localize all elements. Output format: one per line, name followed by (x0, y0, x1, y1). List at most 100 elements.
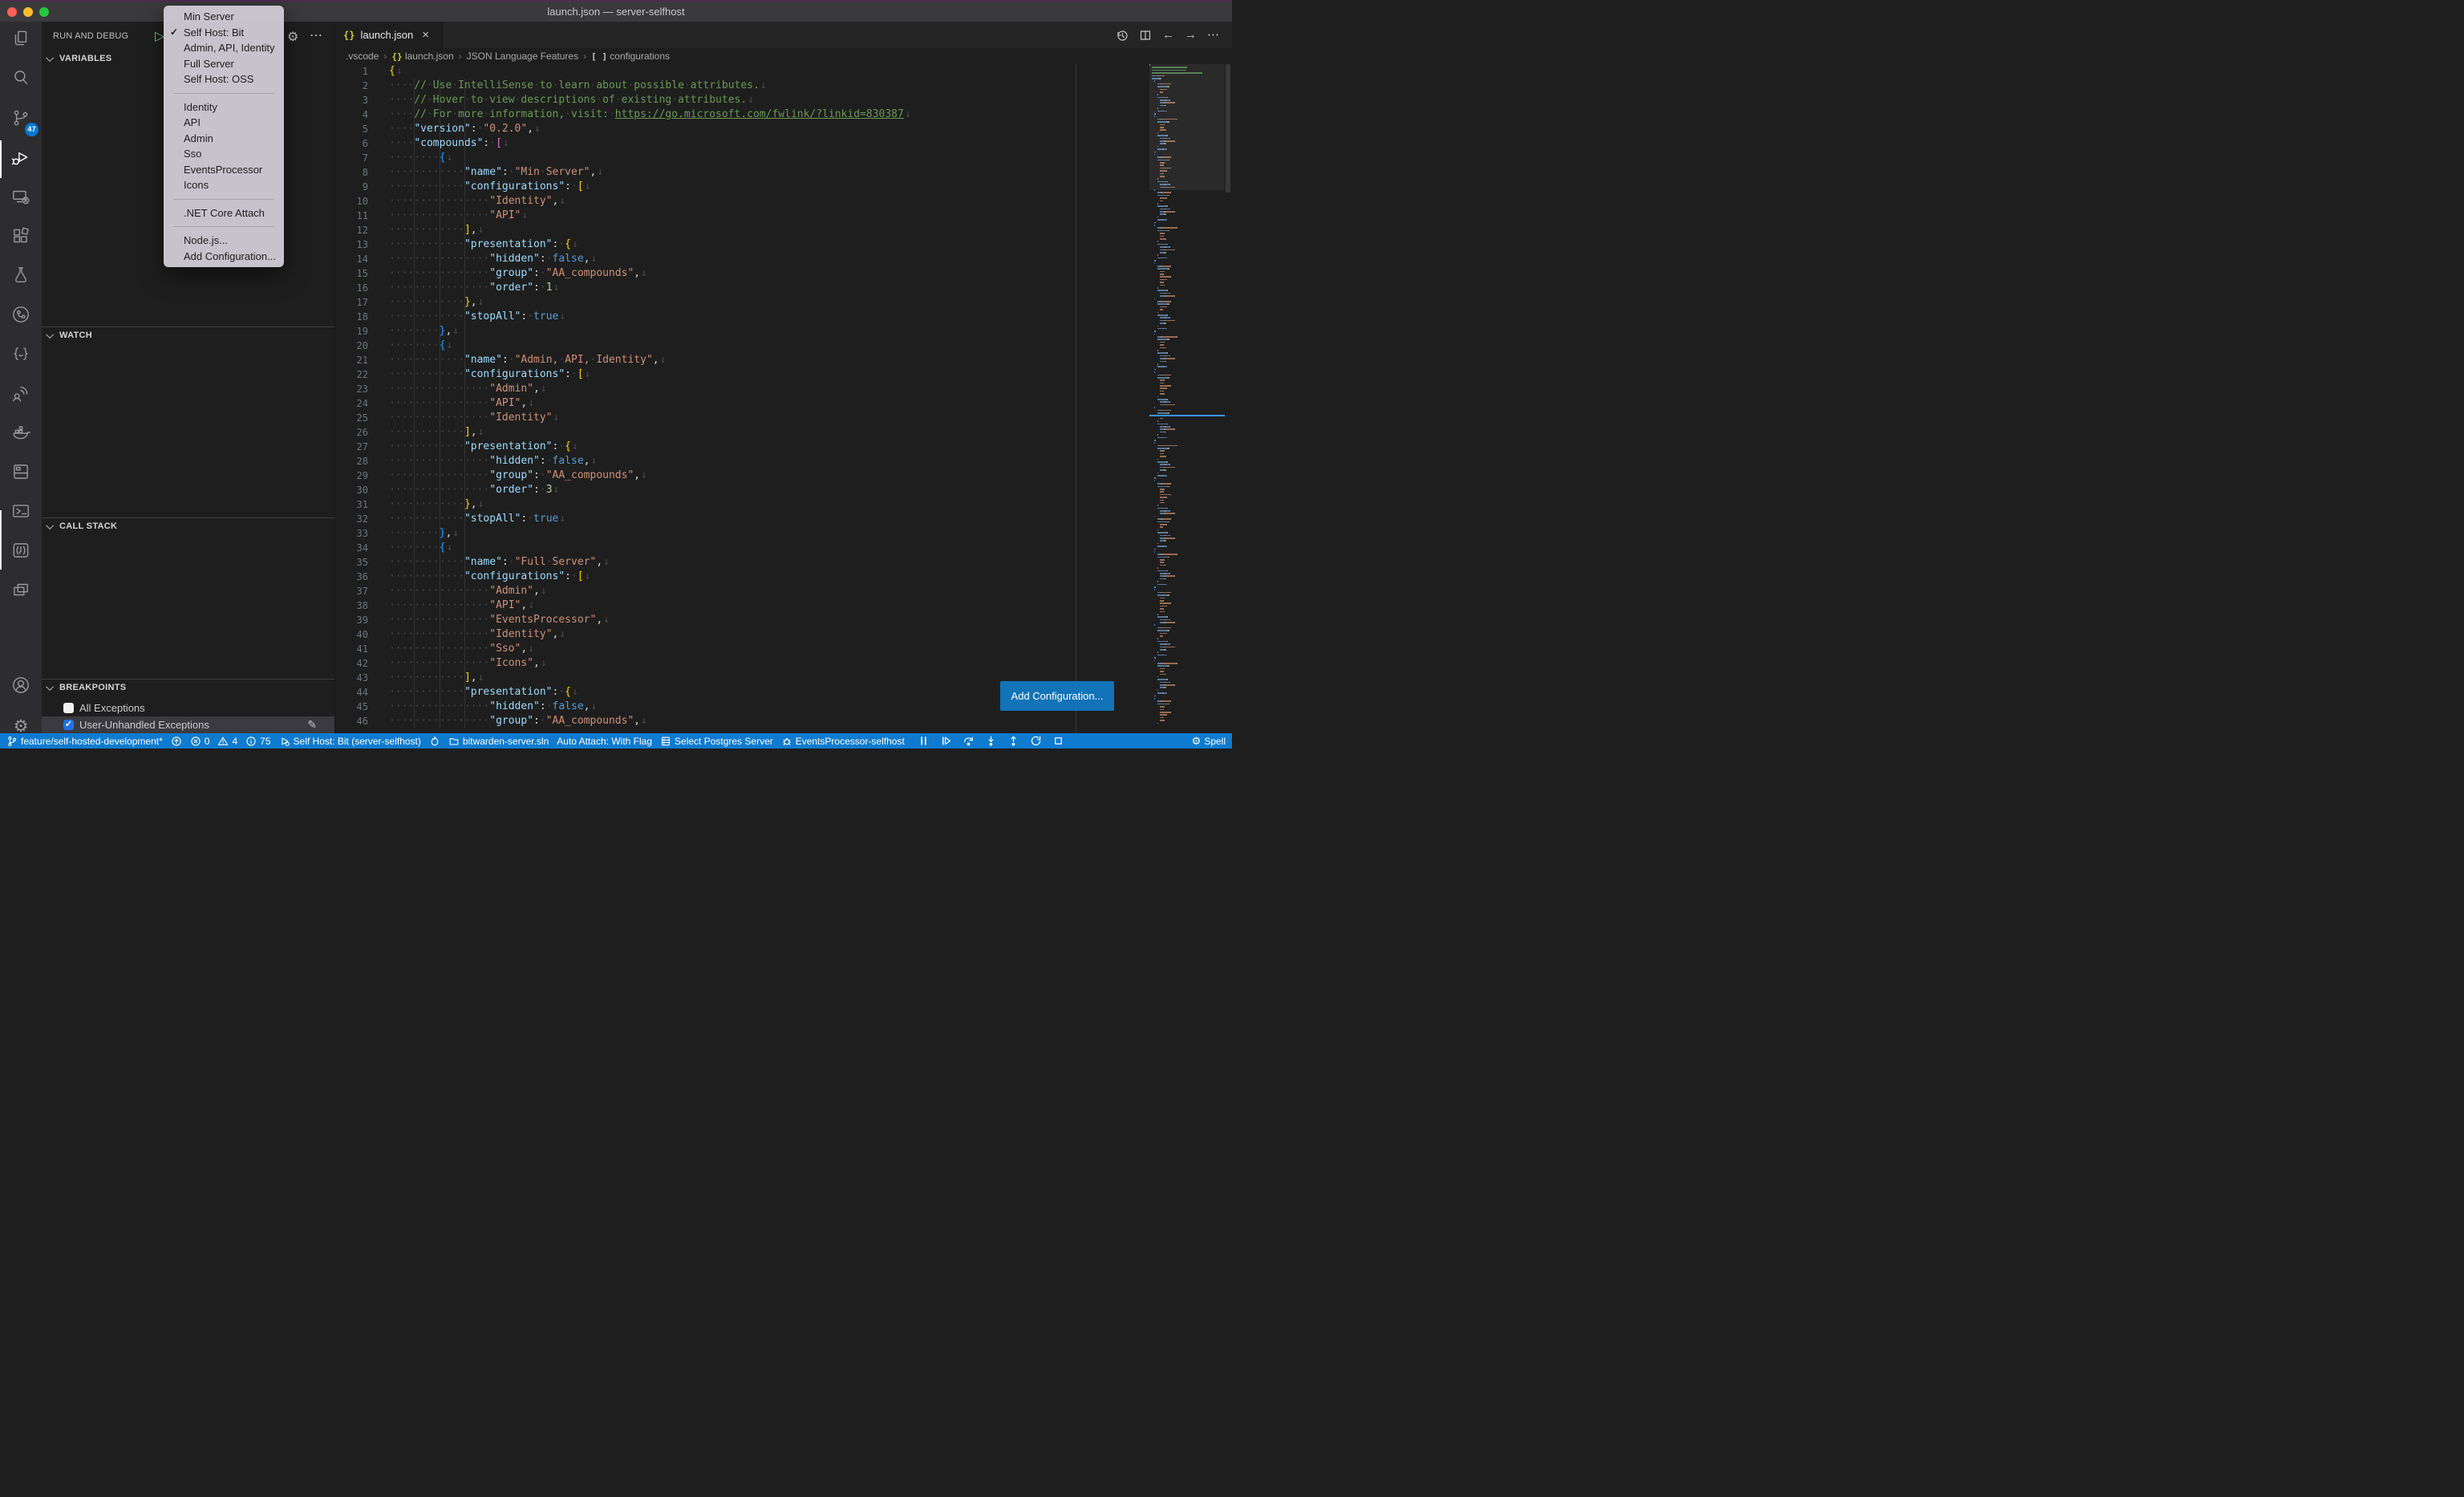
line-number[interactable]: 44 (335, 685, 375, 700)
code-line[interactable]: 36············"configurations":·[↓ (335, 570, 1232, 584)
line-number[interactable]: 39 (335, 613, 375, 627)
activity-item-live-share[interactable] (0, 375, 42, 414)
status-item-errors[interactable]: 0 (190, 736, 210, 747)
code-line[interactable]: 35············"name":·"Full·Server",↓ (335, 555, 1232, 570)
breadcrumb-item[interactable]: .vscode (346, 51, 379, 62)
line-number[interactable]: 37 (335, 584, 375, 598)
status-item-auto-attach[interactable]: Auto Attach: With Flag (557, 736, 652, 747)
menu-item-sso[interactable]: Sso (164, 146, 284, 162)
activity-item-git-graph[interactable] (0, 297, 42, 335)
code-line[interactable]: 21············"name":·"Admin,·API,·Ident… (335, 353, 1232, 367)
code-line[interactable]: 14················"hidden":·false,↓ (335, 252, 1232, 266)
navigate-forward-icon[interactable]: → (1185, 29, 1197, 41)
step-over-icon[interactable] (962, 735, 975, 747)
code-line[interactable]: 30················"order":·3↓ (335, 483, 1232, 497)
code-line[interactable]: 46················"group":·"AA_compounds… (335, 714, 1232, 728)
minimap-slider[interactable] (1149, 64, 1225, 190)
code-line[interactable]: 4····//·For·more·information,·visit:·htt… (335, 108, 1232, 122)
section-watch[interactable]: WATCH (42, 327, 334, 343)
line-number[interactable]: 34 (335, 541, 375, 555)
line-number[interactable]: 27 (335, 440, 375, 454)
code-line[interactable]: 34········{↓ (335, 541, 1232, 555)
scrollbar-thumb[interactable] (1226, 64, 1230, 193)
code-line[interactable]: 39················"EventsProcessor",↓ (335, 613, 1232, 627)
status-item-warnings[interactable]: 4 (217, 736, 237, 747)
activity-item-powershell[interactable] (0, 493, 42, 532)
line-number[interactable]: 24 (335, 396, 375, 411)
line-number[interactable]: 36 (335, 570, 375, 584)
line-number[interactable]: 22 (335, 367, 375, 382)
code-line[interactable]: 31············},↓ (335, 497, 1232, 512)
activity-item-accounts[interactable] (0, 667, 42, 706)
code-line[interactable]: 38················"API",↓ (335, 598, 1232, 613)
line-number[interactable]: 30 (335, 483, 375, 497)
menu-item-min-server[interactable]: Min Server (164, 9, 284, 25)
code-line[interactable]: 28················"hidden":·false,↓ (335, 454, 1232, 469)
code-line[interactable]: 10················"Identity",↓ (335, 194, 1232, 209)
status-item-debug-configuration[interactable]: Self Host: Bit (server-selfhost) (279, 736, 421, 747)
menu-item-add-configuration[interactable]: Add Configuration... (164, 249, 284, 265)
line-number[interactable]: 16 (335, 281, 375, 295)
status-item-events-processor[interactable]: EventsProcessor-selfhost (781, 736, 905, 747)
code-line[interactable]: 40················"Identity",↓ (335, 627, 1232, 642)
menu-item-eventsprocessor[interactable]: EventsProcessor (164, 162, 284, 178)
code-line[interactable]: 16················"order":·1↓ (335, 281, 1232, 295)
more-actions-icon[interactable]: ⋯ (1207, 29, 1219, 41)
close-window-button[interactable] (7, 7, 17, 17)
line-number[interactable]: 32 (335, 512, 375, 526)
add-configuration-button[interactable]: Add Configuration... (1000, 681, 1114, 711)
code-line[interactable]: 13············"presentation":·{↓ (335, 237, 1232, 252)
status-item-infos[interactable]: 75 (245, 736, 270, 747)
line-number[interactable]: 6 (335, 136, 375, 151)
zoom-window-button[interactable] (39, 7, 49, 17)
line-number[interactable]: 5 (335, 122, 375, 136)
line-number[interactable]: 43 (335, 671, 375, 685)
line-number[interactable]: 26 (335, 425, 375, 440)
line-number[interactable]: 18 (335, 310, 375, 324)
menu-item-full-server[interactable]: Full Server (164, 56, 284, 72)
minimize-window-button[interactable] (23, 7, 33, 17)
menu-item-self-host-oss[interactable]: Self Host: OSS (164, 71, 284, 87)
activity-item-explorer[interactable] (0, 21, 42, 59)
activity-item-testing[interactable] (0, 258, 42, 296)
code-line[interactable]: 42················"Icons",↓ (335, 656, 1232, 671)
code-editor[interactable]: 1{↓2····//·Use·IntelliSense·to·learn·abo… (335, 64, 1232, 733)
gear-icon[interactable]: ⚙ (287, 29, 298, 47)
line-number[interactable]: 9 (335, 180, 375, 194)
menu-item-icons[interactable]: Icons (164, 177, 284, 193)
line-number[interactable]: 46 (335, 714, 375, 728)
activity-item-window-layouts[interactable] (0, 572, 42, 611)
status-item-publish[interactable] (171, 736, 182, 747)
restart-icon[interactable] (1030, 735, 1042, 747)
activity-item-source-control[interactable]: 47 (0, 100, 42, 139)
status-item-postgres-server[interactable]: Select Postgres Server (660, 736, 773, 747)
breadcrumb-item[interactable]: JSON Language Features (467, 51, 578, 62)
code-line[interactable]: 22············"configurations":·[↓ (335, 367, 1232, 382)
line-number[interactable]: 40 (335, 627, 375, 642)
scrollbar[interactable] (1224, 64, 1232, 733)
code-line[interactable]: 32············"stopAll":·true↓ (335, 512, 1232, 526)
breadcrumb-item[interactable]: {} launch.json (391, 51, 453, 62)
code-line[interactable]: 26············],↓ (335, 425, 1232, 440)
breakpoint-all-exceptions[interactable]: All Exceptions (42, 700, 334, 716)
more-actions-icon[interactable]: ⋯ (310, 27, 323, 45)
code-line[interactable]: 24················"API",↓ (335, 396, 1232, 411)
line-number[interactable]: 29 (335, 469, 375, 483)
timeline-icon[interactable] (1116, 29, 1129, 42)
code-line[interactable]: 15················"group":·"AA_compounds… (335, 266, 1232, 281)
step-out-icon[interactable] (1007, 735, 1019, 747)
line-number[interactable]: 31 (335, 497, 375, 512)
line-number[interactable]: 10 (335, 194, 375, 209)
status-item-flame[interactable] (429, 736, 440, 747)
line-number[interactable]: 12 (335, 223, 375, 237)
menu-item-net-core-attach[interactable]: .NET Core Attach (164, 205, 284, 221)
line-number[interactable]: 17 (335, 295, 375, 310)
line-number[interactable]: 28 (335, 454, 375, 469)
code-line[interactable]: 33········},↓ (335, 526, 1232, 541)
activity-item-search[interactable] (0, 60, 42, 99)
line-number[interactable]: 19 (335, 324, 375, 339)
code-line[interactable]: 29················"group":·"AA_compounds… (335, 469, 1232, 483)
minimap[interactable] (1149, 64, 1225, 733)
code-line[interactable]: 9············"configurations":·[↓ (335, 180, 1232, 194)
checkbox-unchecked[interactable] (63, 703, 74, 713)
